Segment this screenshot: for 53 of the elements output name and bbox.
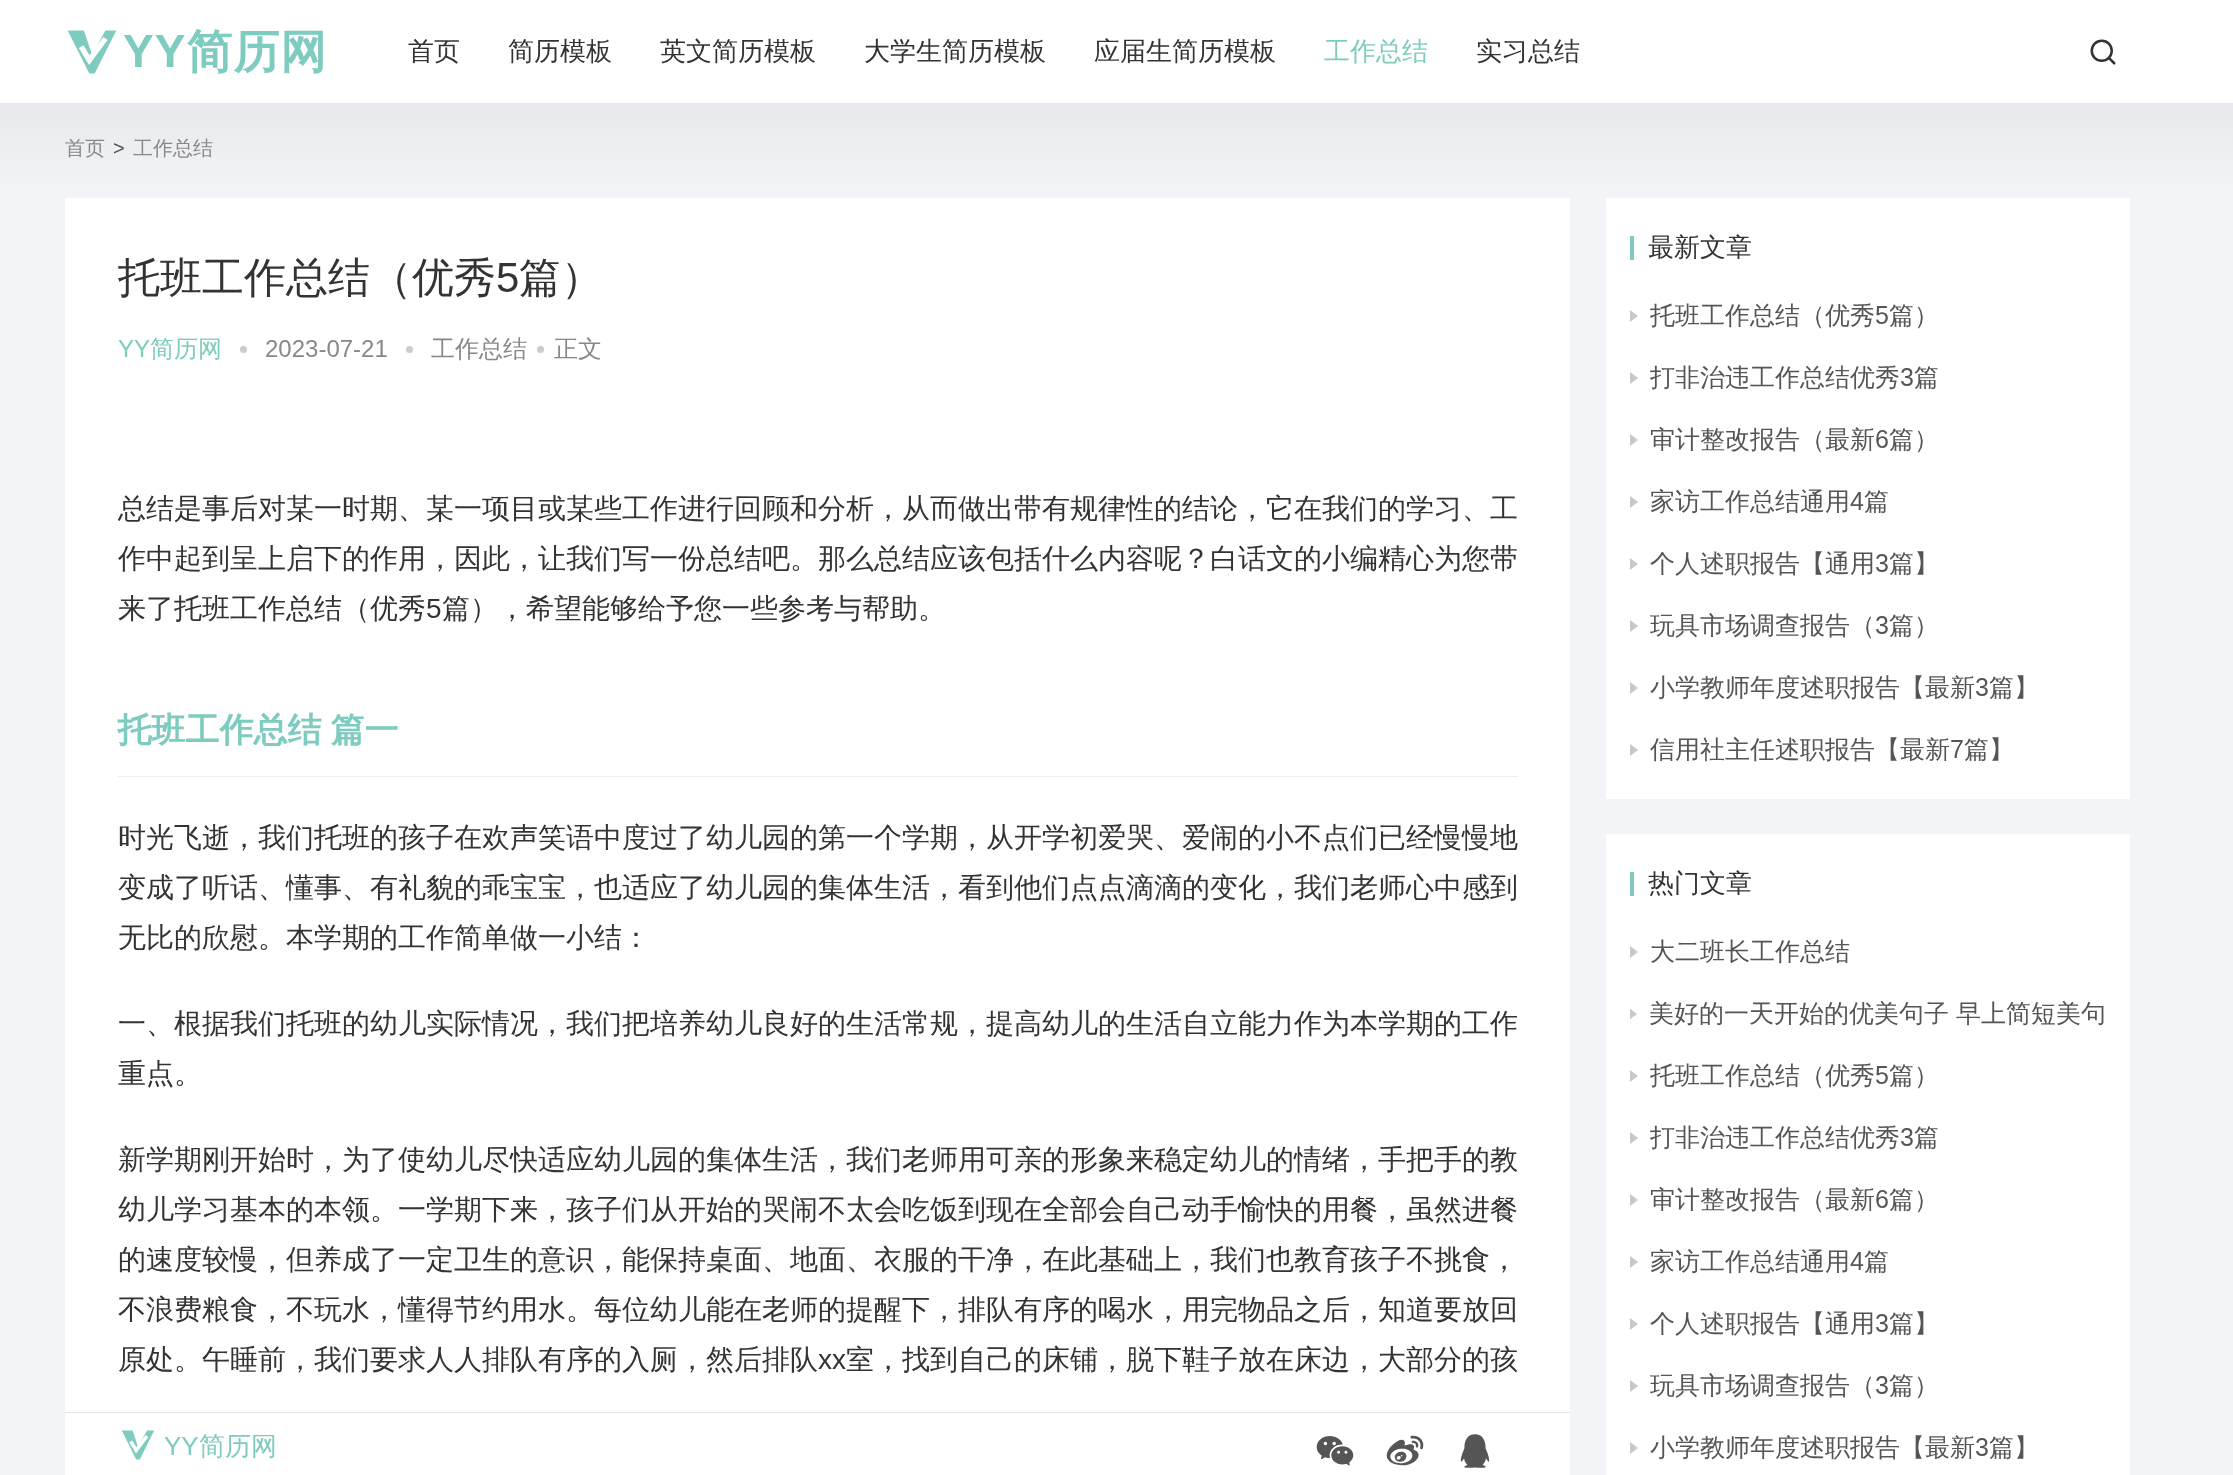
paragraph: 时光飞逝，我们托班的孩子在欢声笑语中度过了幼儿园的第一个学期，从开学初爱哭、爱闹的小不点们已经慢慢地变成了听话、懂事、有礼貌的乖宝宝，也适应了幼儿园的集体生活，看到他们点点滴滴的变化，我们老师心中感到无比的欣慰。本学期的工作简单做一小结： bbox=[118, 821, 1518, 955]
paragraph: 一、根据我们托班的幼儿实际情况，我们把培养幼儿良好的生活常规，提高幼儿的生活自立能力作为本学期的工作重点。 bbox=[118, 1007, 1518, 1091]
triangle-icon bbox=[1630, 1318, 1638, 1330]
article-link[interactable]: 打非治违工作总结优秀3篇 bbox=[1650, 1119, 1939, 1157]
publish-date: 2023-07-21 bbox=[265, 334, 388, 364]
triangle-icon bbox=[1630, 1442, 1638, 1454]
section-label: 正文 bbox=[553, 334, 602, 364]
paragraph: 总结是事后对某一时期、某一项目或某些工作进行回顾和分析，从而做出带有规律性的结论，它在我们的学习、工作中起到呈上启下的作用，因此，让我们写一份总结吧。那么总结应该包括什么内容呢？白话文的小编精心为您带来了托班工作总结（优秀5篇），希望能够给予您一些参考与帮助。 bbox=[118, 492, 1518, 626]
triangle-icon bbox=[1630, 946, 1638, 958]
triangle-icon bbox=[1630, 1008, 1638, 1020]
article-link[interactable]: 大二班长工作总结 bbox=[1650, 933, 1850, 971]
nav-link[interactable]: 英文简历模板 bbox=[660, 32, 816, 71]
triangle-icon bbox=[1630, 434, 1638, 446]
article-link[interactable]: 玩具市场调查报告（3篇） bbox=[1650, 1367, 1939, 1405]
article-link[interactable]: 信用社主任述职报告【最新7篇】 bbox=[1650, 731, 2014, 769]
paragraph: 新学期刚开始时，为了使幼儿尽快适应幼儿园的集体生活，我们老师用可亲的形象来稳定幼儿的情绪，手把手的教幼儿学习基本的本领。一学期下来，孩子们从开始的哭闹不太会吃饭到现在全部会自己动手愉快的用餐，虽然进餐的速度较慢，但养成了一定卫生的意识，能保持桌面、地面、衣服的干净，在此基础上，我们也教育孩子不挑食，不浪费粮食，不玩水，懂得节约用水。每位幼儿能在老师的提醒下，排队有序的喝水，用完物品之后，知道要放回原处。午睡前，我们要求人人排队有序的入厕，然后排队xx室，找到自己的床铺，脱下鞋子放在床边，大部分的孩 bbox=[118, 1143, 1518, 1377]
triangle-icon bbox=[1630, 1256, 1638, 1268]
nav-link[interactable]: 首页 bbox=[408, 32, 460, 71]
article-link[interactable]: 家访工作总结通用4篇 bbox=[1650, 483, 1889, 521]
share-bar-logo-text: YY简历网 bbox=[164, 1430, 277, 1463]
article-link[interactable]: 小学教师年度述职报告【最新3篇】 bbox=[1650, 1429, 2039, 1467]
triangle-icon bbox=[1630, 558, 1638, 570]
triangle-icon bbox=[1630, 496, 1638, 508]
article-link[interactable]: 个人述职报告【通用3篇】 bbox=[1650, 1305, 1939, 1343]
article-link[interactable]: 审计整改报告（最新6篇） bbox=[1650, 1181, 1939, 1219]
article-link[interactable]: 家访工作总结通用4篇 bbox=[1650, 1243, 1889, 1281]
triangle-icon bbox=[1630, 682, 1638, 694]
category-link[interactable]: 工作总结 bbox=[430, 331, 527, 367]
article-link[interactable]: 托班工作总结（优秀5篇） bbox=[1650, 297, 1939, 335]
nav-link[interactable]: 大学生简历模板 bbox=[864, 32, 1046, 71]
article-link[interactable]: 审计整改报告（最新6篇） bbox=[1650, 421, 1939, 459]
section-heading: 托班工作总结 篇一 bbox=[118, 670, 1518, 777]
breadcrumb-separator: > bbox=[113, 136, 125, 161]
article-link[interactable]: 个人述职报告【通用3篇】 bbox=[1650, 545, 1939, 583]
sidebar-heading: 最新文章 bbox=[1648, 231, 1752, 264]
triangle-icon bbox=[1630, 744, 1638, 756]
nav-link[interactable]: 应届生简历模板 bbox=[1094, 32, 1276, 71]
triangle-icon bbox=[1630, 620, 1638, 632]
article-link[interactable]: 玩具市场调查报告（3篇） bbox=[1650, 607, 1939, 645]
article-link[interactable]: 小学教师年度述职报告【最新3篇】 bbox=[1650, 669, 2039, 707]
article-link[interactable]: 托班工作总结（优秀5篇） bbox=[1650, 1057, 1939, 1095]
triangle-icon bbox=[1630, 1194, 1638, 1206]
triangle-icon bbox=[1630, 1380, 1638, 1392]
nav-link[interactable]: 简历模板 bbox=[508, 32, 612, 71]
article-title: 托班工作总结（优秀5篇） bbox=[118, 253, 605, 303]
sidebar-heading: 热门文章 bbox=[1648, 867, 1752, 900]
article-link[interactable]: 打非治违工作总结优秀3篇 bbox=[1650, 359, 1939, 397]
triangle-icon bbox=[1630, 1070, 1638, 1082]
triangle-icon bbox=[1630, 1132, 1638, 1144]
triangle-icon bbox=[1630, 310, 1638, 322]
triangle-icon bbox=[1630, 372, 1638, 384]
article-link[interactable]: 美好的一天开始的优美句子 早上简短美句 bbox=[1649, 995, 2106, 1033]
nav-link[interactable]: 实习总结 bbox=[1476, 32, 1580, 71]
